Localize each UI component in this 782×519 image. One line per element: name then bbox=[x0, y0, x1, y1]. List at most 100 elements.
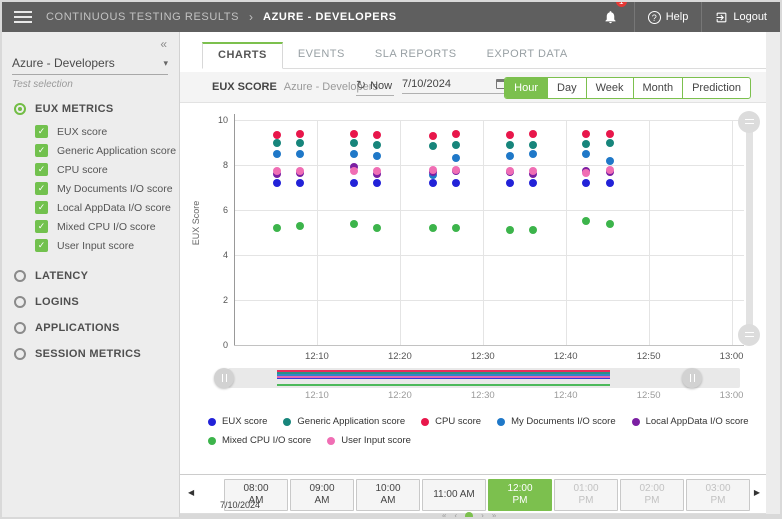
scatter-point-user-input-score[interactable] bbox=[529, 167, 537, 175]
scatter-point-cpu-score[interactable] bbox=[582, 130, 590, 138]
scatter-point-user-input-score[interactable] bbox=[296, 167, 304, 175]
checkbox-icon[interactable]: ✓ bbox=[35, 182, 48, 195]
scatter-point-user-input-score[interactable] bbox=[582, 169, 590, 177]
legend-item-generic-application-score[interactable]: Generic Application score bbox=[283, 416, 405, 427]
sidebar-item-latency[interactable]: LATENCY bbox=[2, 263, 179, 289]
scatter-point-user-input-score[interactable] bbox=[452, 166, 460, 174]
scatter-point-eux-score[interactable] bbox=[606, 179, 614, 187]
pager-prev-icon[interactable]: ‹ bbox=[454, 511, 457, 517]
timebar-next-icon[interactable]: ▶ bbox=[754, 488, 760, 497]
logout-button[interactable]: Logout bbox=[701, 2, 780, 32]
radio-icon[interactable] bbox=[14, 296, 26, 308]
sidebar-item-session-metrics[interactable]: SESSION METRICS bbox=[2, 341, 179, 367]
scatter-point-generic-application-score[interactable] bbox=[529, 141, 537, 149]
scatter-point-generic-application-score[interactable] bbox=[452, 141, 460, 149]
scatter-point-my-documents-i-o-score[interactable] bbox=[606, 157, 614, 165]
checkbox-icon[interactable]: ✓ bbox=[35, 201, 48, 214]
scatter-point-user-input-score[interactable] bbox=[606, 166, 614, 174]
time-slot-11-00-am[interactable]: 11:00 AM bbox=[422, 479, 486, 511]
metric-item-my-documents-i-o-score[interactable]: ✓My Documents I/O score bbox=[2, 179, 179, 198]
metric-item-local-appdata-i-o-score[interactable]: ✓Local AppData I/O score bbox=[2, 198, 179, 217]
scatter-point-mixed-cpu-i-o-score[interactable] bbox=[273, 224, 281, 232]
scatter-point-cpu-score[interactable] bbox=[373, 131, 381, 139]
pager-last-icon[interactable]: » bbox=[492, 511, 496, 517]
legend-item-user-input-score[interactable]: User Input score bbox=[327, 435, 411, 446]
time-slot-12-00-pm[interactable]: 12:00 PM bbox=[488, 479, 552, 511]
scatter-point-cpu-score[interactable] bbox=[529, 130, 537, 138]
menu-icon[interactable] bbox=[14, 11, 32, 23]
sidebar-item-logins[interactable]: LOGINS bbox=[2, 289, 179, 315]
legend-item-cpu-score[interactable]: CPU score bbox=[421, 416, 481, 427]
legend-item-mixed-cpu-i-o-score[interactable]: Mixed CPU I/O score bbox=[208, 435, 311, 446]
sidebar-collapse-icon[interactable]: « bbox=[160, 37, 167, 51]
scatter-point-cpu-score[interactable] bbox=[452, 130, 460, 138]
scatter-point-cpu-score[interactable] bbox=[350, 130, 358, 138]
metric-item-generic-application-score[interactable]: ✓Generic Application score bbox=[2, 141, 179, 160]
checkbox-icon[interactable]: ✓ bbox=[35, 125, 48, 138]
scatter-point-generic-application-score[interactable] bbox=[350, 139, 358, 147]
scatter-point-generic-application-score[interactable] bbox=[373, 141, 381, 149]
scatter-point-generic-application-score[interactable] bbox=[429, 142, 437, 150]
scatter-point-mixed-cpu-i-o-score[interactable] bbox=[582, 217, 590, 225]
y-zoom-slider-track[interactable] bbox=[746, 120, 753, 345]
scatter-point-cpu-score[interactable] bbox=[606, 130, 614, 138]
pager-first-icon[interactable]: « bbox=[442, 511, 446, 517]
scatter-point-user-input-score[interactable] bbox=[429, 166, 437, 174]
scatter-point-generic-application-score[interactable] bbox=[296, 139, 304, 147]
scatter-point-mixed-cpu-i-o-score[interactable] bbox=[373, 224, 381, 232]
scatter-point-mixed-cpu-i-o-score[interactable] bbox=[452, 224, 460, 232]
navigator-handle-left[interactable] bbox=[214, 368, 234, 388]
test-selector-dropdown[interactable]: Azure - Developers ▾ bbox=[12, 56, 168, 75]
y-zoom-slider-handle-bottom[interactable] bbox=[738, 324, 760, 346]
scatter-point-my-documents-i-o-score[interactable] bbox=[582, 150, 590, 158]
scatter-point-eux-score[interactable] bbox=[296, 179, 304, 187]
radio-icon[interactable] bbox=[14, 103, 26, 115]
timebar-prev-icon[interactable]: ◀ bbox=[188, 488, 194, 497]
scatter-point-cpu-score[interactable] bbox=[273, 131, 281, 139]
scatter-point-my-documents-i-o-score[interactable] bbox=[350, 150, 358, 158]
scatter-point-generic-application-score[interactable] bbox=[273, 139, 281, 147]
help-button[interactable]: ? Help bbox=[634, 2, 702, 32]
radio-icon[interactable] bbox=[14, 270, 26, 282]
scatter-point-mixed-cpu-i-o-score[interactable] bbox=[506, 226, 514, 234]
checkbox-icon[interactable]: ✓ bbox=[35, 239, 48, 252]
scatter-point-eux-score[interactable] bbox=[373, 179, 381, 187]
radio-icon[interactable] bbox=[14, 348, 26, 360]
sidebar-item-applications[interactable]: APPLICATIONS bbox=[2, 315, 179, 341]
notifications-button[interactable]: 1 bbox=[593, 2, 634, 32]
metric-item-user-input-score[interactable]: ✓User Input score bbox=[2, 236, 179, 255]
scatter-point-my-documents-i-o-score[interactable] bbox=[452, 154, 460, 162]
checkbox-icon[interactable]: ✓ bbox=[35, 220, 48, 233]
metric-item-cpu-score[interactable]: ✓CPU score bbox=[2, 160, 179, 179]
scatter-point-generic-application-score[interactable] bbox=[606, 139, 614, 147]
scatter-point-generic-application-score[interactable] bbox=[506, 141, 514, 149]
breadcrumb-root[interactable]: CONTINUOUS TESTING RESULTS bbox=[46, 11, 239, 23]
metric-item-mixed-cpu-i-o-score[interactable]: ✓Mixed CPU I/O score bbox=[2, 217, 179, 236]
navigator-handle-right[interactable] bbox=[682, 368, 702, 388]
scatter-point-user-input-score[interactable] bbox=[350, 167, 358, 175]
scatter-point-eux-score[interactable] bbox=[452, 179, 460, 187]
pager-next-icon[interactable]: › bbox=[481, 511, 484, 517]
scatter-point-my-documents-i-o-score[interactable] bbox=[273, 150, 281, 158]
scatter-point-generic-application-score[interactable] bbox=[582, 140, 590, 148]
scatter-point-my-documents-i-o-score[interactable] bbox=[506, 152, 514, 160]
checkbox-icon[interactable]: ✓ bbox=[35, 144, 48, 157]
checkbox-icon[interactable]: ✓ bbox=[35, 163, 48, 176]
time-slot-09-00-am[interactable]: 09:00 AM bbox=[290, 479, 354, 511]
sidebar-item-eux-metrics[interactable]: EUX METRICS bbox=[2, 96, 179, 122]
scatter-point-eux-score[interactable] bbox=[506, 179, 514, 187]
scatter-point-my-documents-i-o-score[interactable] bbox=[529, 150, 537, 158]
scatter-point-eux-score[interactable] bbox=[350, 179, 358, 187]
legend-item-local-appdata-i-o-score[interactable]: Local AppData I/O score bbox=[632, 416, 749, 427]
scatter-point-cpu-score[interactable] bbox=[506, 131, 514, 139]
scatter-point-my-documents-i-o-score[interactable] bbox=[296, 150, 304, 158]
scatter-point-eux-score[interactable] bbox=[529, 179, 537, 187]
time-slot-10-00-am[interactable]: 10:00 AM bbox=[356, 479, 420, 511]
scatter-point-user-input-score[interactable] bbox=[273, 167, 281, 175]
pager-current-dot[interactable] bbox=[465, 512, 473, 518]
metric-item-eux-score[interactable]: ✓EUX score bbox=[2, 122, 179, 141]
scatter-point-mixed-cpu-i-o-score[interactable] bbox=[296, 222, 304, 230]
scatter-point-mixed-cpu-i-o-score[interactable] bbox=[606, 220, 614, 228]
scatter-point-cpu-score[interactable] bbox=[429, 132, 437, 140]
scatter-point-user-input-score[interactable] bbox=[506, 167, 514, 175]
